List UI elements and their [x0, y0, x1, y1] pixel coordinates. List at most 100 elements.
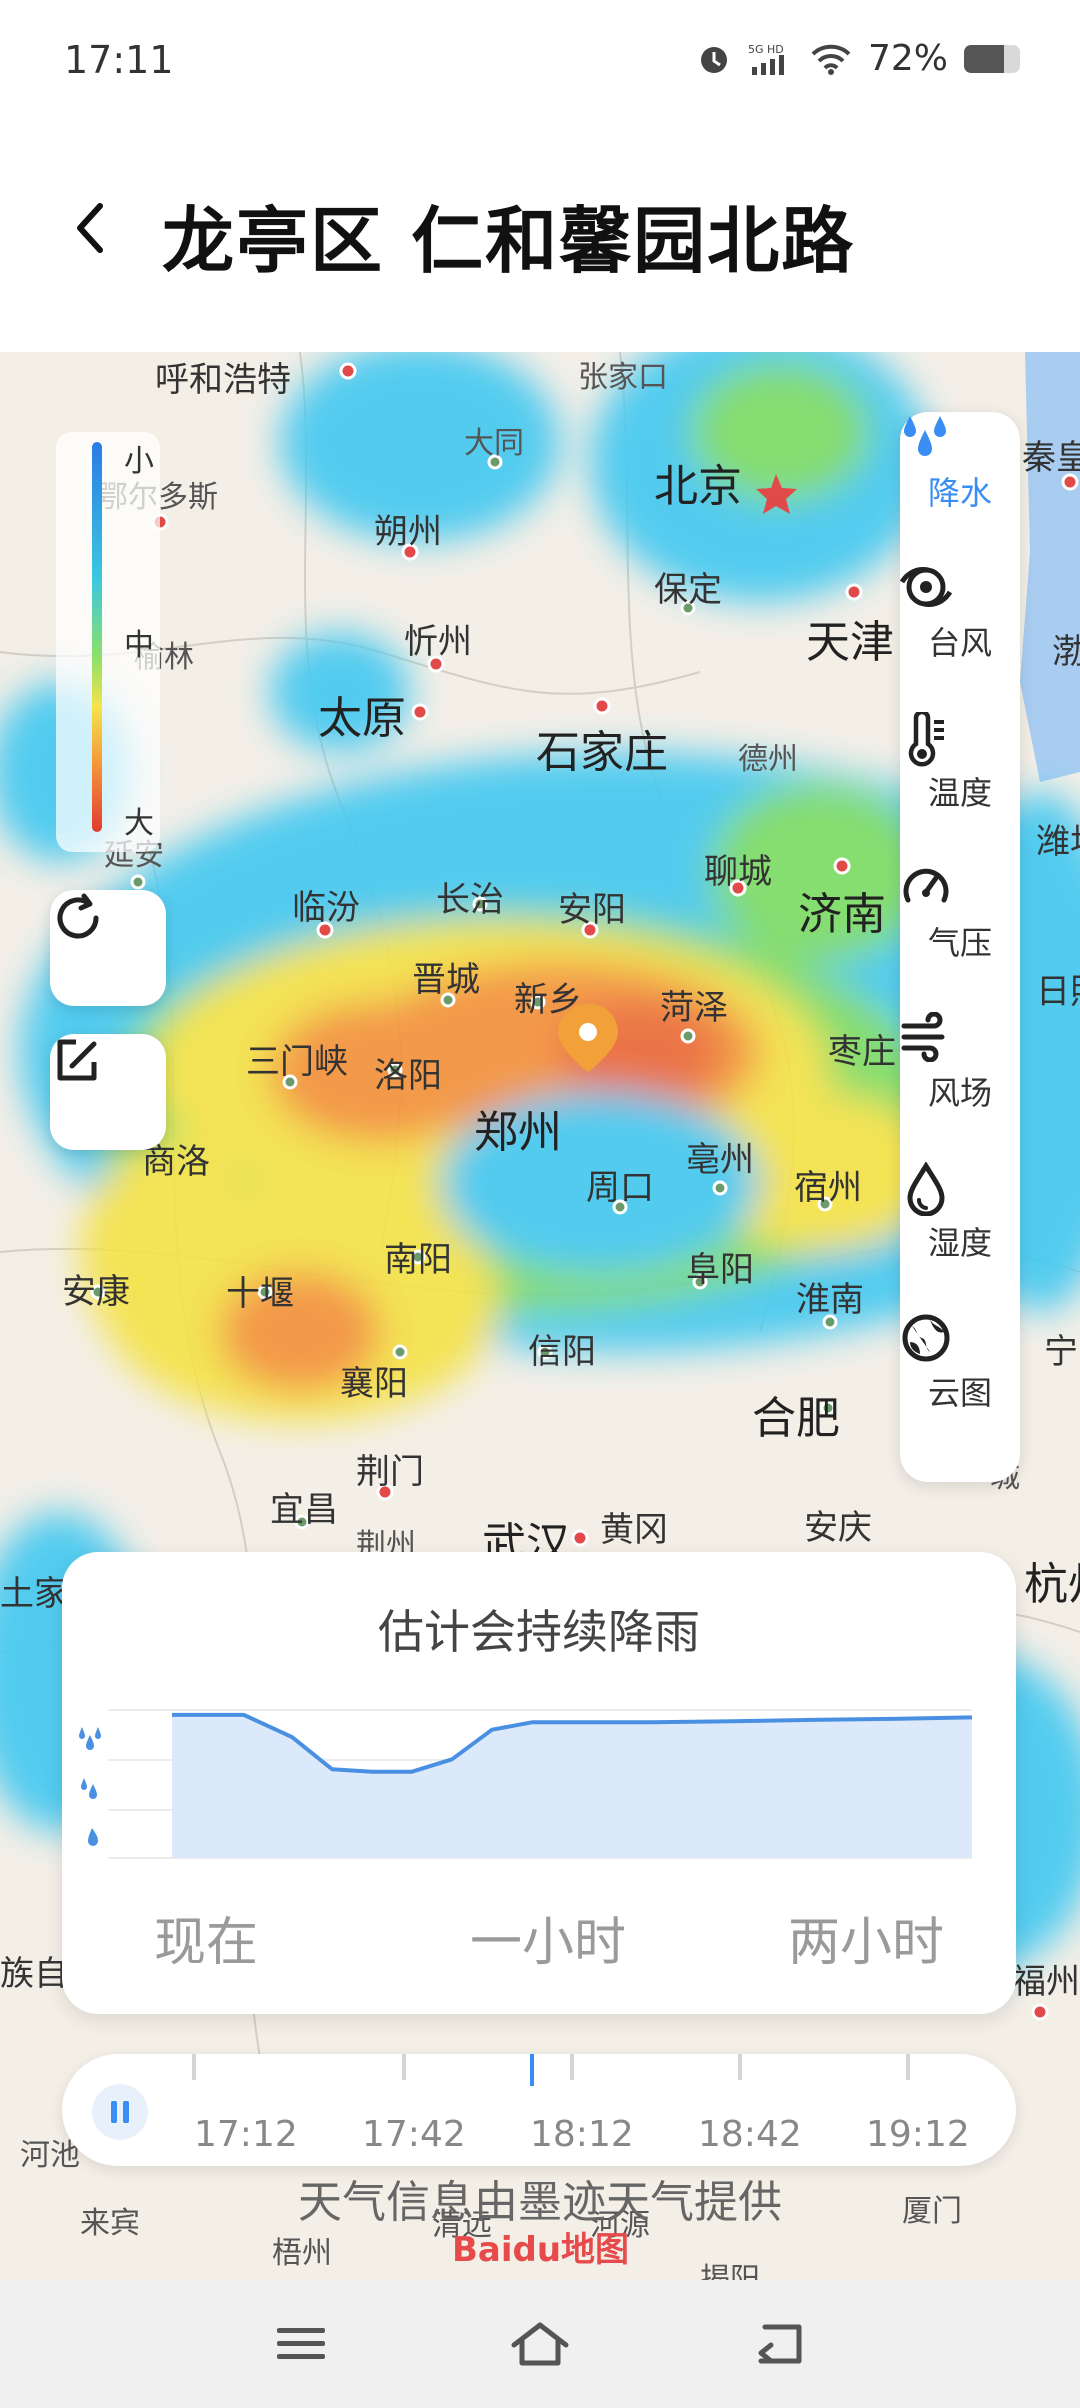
- layer-label: 台风: [927, 624, 992, 662]
- city-label: 菏泽: [660, 988, 728, 1028]
- city-label: 北京: [654, 461, 742, 512]
- city-label: 新乡: [514, 980, 582, 1020]
- data-credit: 天气信息由墨迹天气提供: [298, 2177, 782, 2228]
- city-label: 朔州: [374, 512, 442, 552]
- city-label: 荆门: [356, 1452, 424, 1492]
- city-label: 天津: [806, 617, 894, 668]
- city-label: 安康: [62, 1272, 130, 1312]
- city-label: 合肥: [752, 1393, 840, 1444]
- timeline-label[interactable]: 17:12: [194, 2114, 298, 2155]
- layer-label: 风场: [927, 1074, 992, 1112]
- timeline-current-tick[interactable]: [530, 2054, 534, 2086]
- city-label: 渤: [1052, 632, 1080, 672]
- timeline-label[interactable]: 17:42: [362, 2114, 466, 2155]
- timeline-tick: [906, 2054, 910, 2080]
- city-label: 晋城: [412, 960, 480, 1000]
- timeline-label[interactable]: 19:12: [866, 2114, 970, 2155]
- edit-button[interactable]: [50, 1034, 166, 1150]
- status-icons: 5G HD 72%: [696, 38, 1020, 79]
- city-label: 聊城: [704, 852, 772, 892]
- timeline-tick: [738, 2054, 742, 2080]
- city-label: 宜昌: [270, 1490, 338, 1530]
- city-label: 十堰: [226, 1274, 294, 1314]
- timeline-label[interactable]: 18:42: [698, 2114, 802, 2155]
- x-label-now: 现在: [154, 1913, 259, 1973]
- city-label: 德州: [738, 742, 798, 777]
- precip-chart: [79, 1709, 973, 1859]
- forecast-card: 估计会持续降雨 现在 一小时 两小时: [62, 1552, 1016, 2014]
- signal-icon: 5G HD: [748, 41, 794, 77]
- layer-pressure[interactable]: 气压: [900, 862, 1020, 1012]
- city-label: 枣庄: [828, 1032, 896, 1072]
- layer-label: 温度: [927, 774, 992, 812]
- city-label: 襄阳: [340, 1364, 408, 1404]
- city-label: 宿州: [794, 1168, 862, 1208]
- legend-label-large: 大: [124, 806, 154, 841]
- precip-legend: 小 中 大: [56, 432, 160, 852]
- battery-icon: [964, 44, 1020, 73]
- city-label: 临汾: [292, 888, 360, 928]
- timeline-label[interactable]: 18:12: [530, 2114, 634, 2155]
- x-label-two-hours: 两小时: [788, 1913, 945, 1973]
- page-title: 龙亭区 仁和馨园北路: [162, 199, 856, 283]
- city-label: 梧州: [272, 2236, 332, 2271]
- city-label: 族自: [0, 1954, 68, 1994]
- alarm-icon: [696, 41, 732, 77]
- city-label: 信阳: [528, 1332, 596, 1372]
- light-rain-icon: [88, 1828, 98, 1846]
- city-label: 太原: [318, 693, 406, 744]
- timeline-tick: [402, 2054, 406, 2080]
- legend-label-medium: 中: [124, 628, 154, 663]
- battery-percent: 72%: [867, 38, 948, 79]
- city-label: 保定: [654, 570, 722, 610]
- city-label: 洛阳: [374, 1056, 442, 1096]
- x-label-one-hour: 一小时: [470, 1913, 627, 1973]
- city-label: 秦皇: [1022, 438, 1080, 478]
- chevron-left-icon[interactable]: [60, 198, 120, 258]
- menu-icon[interactable]: [266, 2314, 336, 2374]
- layer-temperature[interactable]: 温度: [900, 712, 1020, 862]
- city-label: 淮南: [796, 1280, 864, 1320]
- city-label: 三门峡: [246, 1042, 348, 1082]
- city-label: 长治: [436, 880, 504, 920]
- layer-typhoon[interactable]: 台风: [900, 562, 1020, 712]
- back-icon[interactable]: [746, 2314, 816, 2374]
- layer-label: 湿度: [927, 1224, 992, 1262]
- baidu-logo: Baidu地图: [452, 2230, 630, 2270]
- status-time: 17:11: [64, 38, 174, 82]
- system-nav-bar: [0, 2280, 1080, 2408]
- city-label: 张家口: [578, 360, 668, 395]
- pause-button[interactable]: [92, 2084, 148, 2140]
- city-label: 呼和浩特: [155, 360, 291, 400]
- home-icon[interactable]: [505, 2314, 575, 2374]
- wifi-icon: [810, 42, 852, 76]
- city-label: 阜阳: [686, 1250, 754, 1290]
- refresh-button[interactable]: [50, 890, 166, 1006]
- city-label: 忻州: [404, 622, 472, 662]
- timeline-tick: [192, 2054, 196, 2080]
- city-label: 土家: [0, 1574, 68, 1614]
- layer-wind[interactable]: 风场: [900, 1012, 1020, 1162]
- city-label: 石家庄: [536, 727, 668, 778]
- city-label: 周口: [586, 1168, 654, 1208]
- city-label: 济南: [798, 889, 886, 940]
- timeline-tick: [570, 2054, 574, 2080]
- status-bar: 17:11 5G HD 72%: [0, 0, 1080, 120]
- layer-cloud[interactable]: 云图: [900, 1312, 1020, 1462]
- timeline-bar[interactable]: 17:12 17:42 18:12 18:42 19:12: [62, 2054, 1016, 2166]
- heavy-rain-icon: [79, 1727, 101, 1750]
- header: 龙亭区 仁和馨园北路: [0, 150, 1080, 310]
- moderate-rain-icon: [81, 1778, 97, 1799]
- city-label: 安庆: [804, 1508, 872, 1548]
- city-label: 大同: [464, 426, 524, 461]
- layer-panel: 降水 台风 温度 气压 风场 湿度 云图: [900, 412, 1020, 1482]
- layer-label: 降水: [927, 474, 992, 512]
- layer-humidity[interactable]: 湿度: [900, 1162, 1020, 1312]
- city-label: 杭州: [1024, 1559, 1080, 1610]
- layer-label: 气压: [927, 924, 992, 962]
- city-label: 安阳: [558, 890, 626, 930]
- city-label: 潍坊: [1036, 822, 1080, 862]
- intensity-icons: [79, 1727, 101, 1846]
- layer-precip[interactable]: 降水: [900, 412, 1020, 562]
- city-label: 南阳: [384, 1240, 452, 1280]
